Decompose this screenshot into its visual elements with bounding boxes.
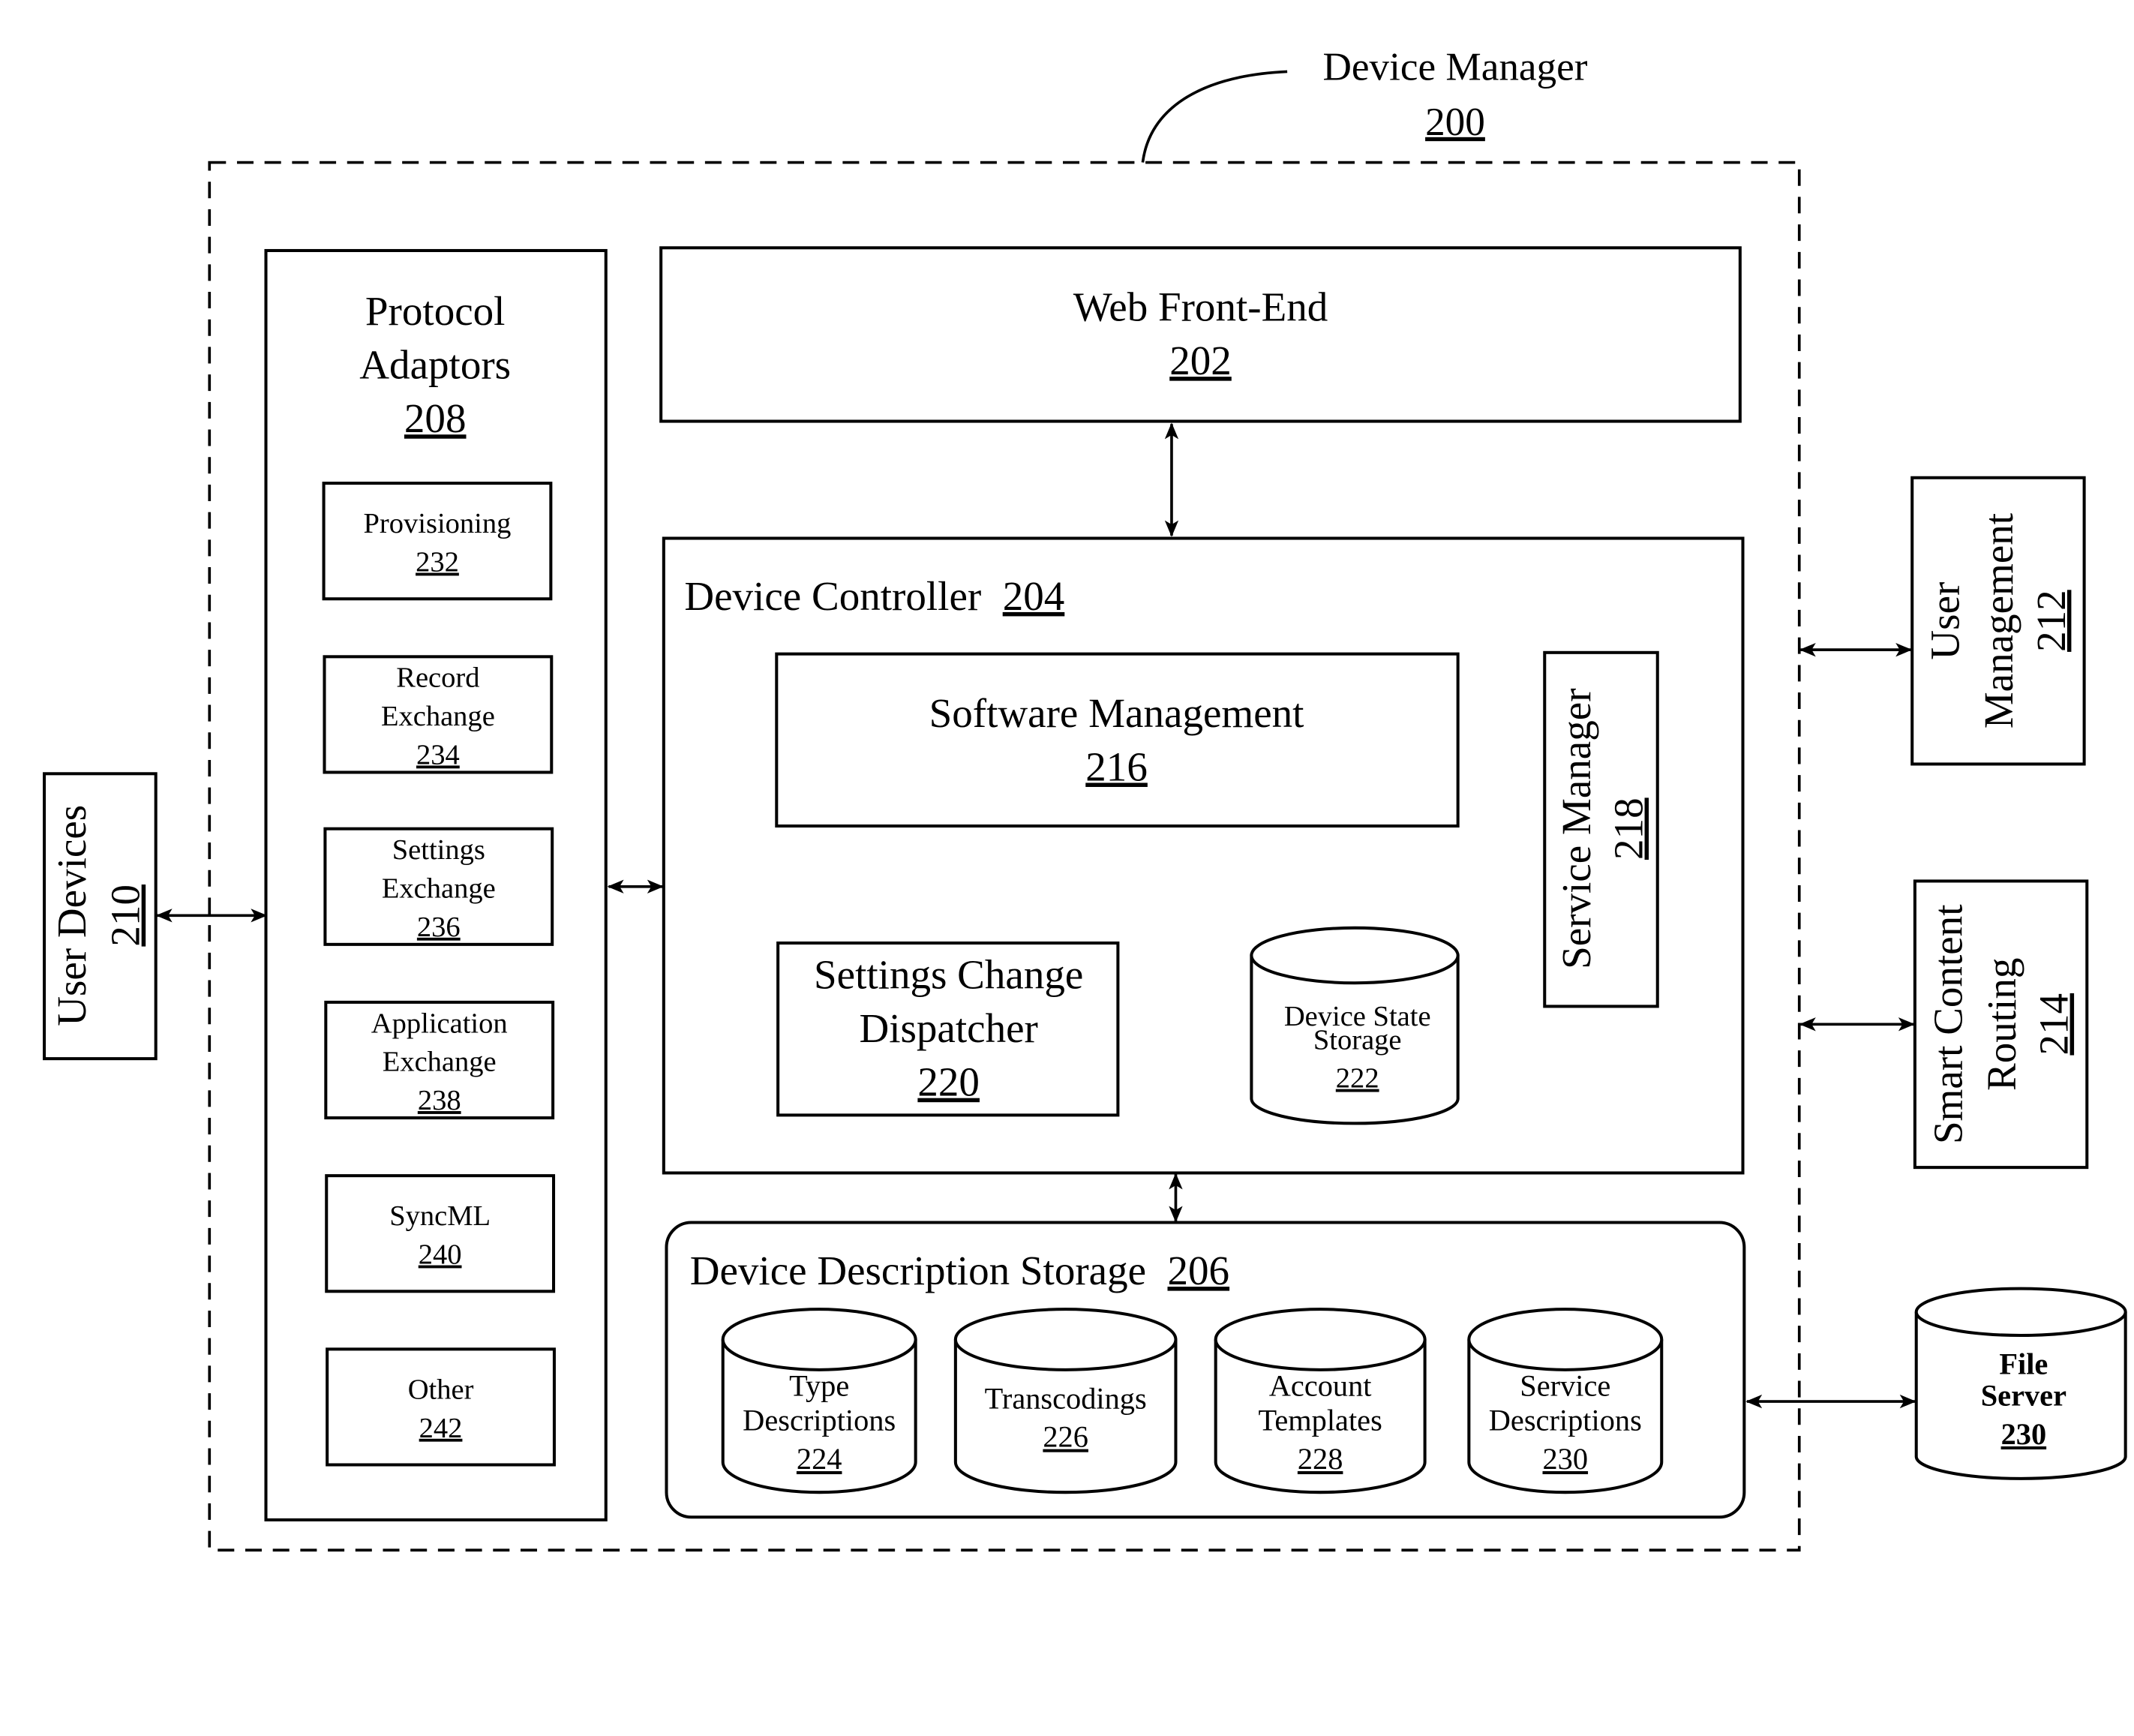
storage-cylinder: TypeDescriptions 224 — [721, 1308, 917, 1494]
adaptor-label: Exchange — [382, 873, 496, 904]
file-server-line-1: File — [1999, 1347, 2048, 1380]
adaptor-label: Provisioning — [364, 508, 512, 539]
device-description-storage-ref: 206 — [1168, 1248, 1230, 1293]
storage-cylinder: Transcodings 226 — [953, 1308, 1178, 1494]
device-state-storage-ref: 222 — [1336, 1063, 1379, 1095]
user-management-line-2: Management — [1976, 513, 2021, 728]
web-front-end-ref: 202 — [1169, 338, 1232, 383]
storage-label: Transcodings — [985, 1381, 1147, 1415]
adaptor-label: SyncML — [389, 1200, 491, 1232]
file-server-line-2: Server — [1981, 1379, 2066, 1413]
adaptor-box: Application Exchange 238 — [324, 1000, 555, 1120]
device-manager-diagram: Device Manager 200 Protocol Adaptors 208… — [43, 44, 2127, 1552]
storage-label: Type — [789, 1369, 849, 1403]
protocol-adaptors-ref: 208 — [404, 395, 467, 441]
adaptor-ref: 234 — [416, 739, 460, 770]
user-devices-label: User Devices — [49, 805, 95, 1026]
adaptor-box: SyncML 240 — [325, 1174, 556, 1293]
adaptor-box: Provisioning 232 — [322, 482, 553, 601]
file-server-ref: 230 — [2001, 1417, 2047, 1451]
user-devices-ref: 210 — [103, 885, 149, 947]
adaptor-label: Exchange — [383, 1047, 497, 1078]
software-management-ref: 216 — [1085, 743, 1148, 789]
storage-cylinder: ServiceDescriptions 230 — [1467, 1308, 1664, 1494]
storage-label: Descriptions — [1489, 1404, 1642, 1437]
storage-ref: 224 — [797, 1442, 842, 1476]
settings-change-dispatcher-line-1: Settings Change — [814, 952, 1083, 998]
settings-change-dispatcher-ref: 220 — [917, 1059, 980, 1105]
storage-label: Templates — [1259, 1404, 1382, 1437]
smart-content-routing-ref: 214 — [2031, 993, 2077, 1056]
web-front-end-label: Web Front-End — [1073, 284, 1328, 330]
adaptor-label: Other — [408, 1374, 474, 1405]
adaptor-ref: 232 — [416, 547, 459, 578]
device-manager-ref: 200 — [1425, 100, 1485, 144]
device-description-storage-label: Device Description Storage 206 — [690, 1248, 1229, 1293]
protocol-adaptors-line-1: Protocol — [365, 288, 506, 334]
adaptor-box: Settings Exchange 236 — [323, 827, 554, 946]
device-manager-title: Device Manager — [1322, 44, 1587, 89]
service-manager-label: Service Manager — [1553, 688, 1599, 969]
storage-ref: 226 — [1043, 1420, 1088, 1454]
protocol-adaptors-line-2: Adaptors — [359, 342, 511, 388]
storage-label: Account — [1269, 1369, 1372, 1403]
device-controller-ref: 204 — [1003, 573, 1065, 619]
user-management-line-1: User — [1922, 582, 1968, 660]
device-state-storage: Device State Storage 222 — [1250, 926, 1460, 1125]
storage-cylinder: AccountTemplates 228 — [1214, 1308, 1427, 1494]
adaptor-ref: 236 — [417, 912, 461, 943]
adaptor-ref: 238 — [418, 1085, 461, 1116]
smart-content-routing: Smart Content Routing 214 — [1913, 879, 2089, 1170]
smart-content-routing-line-2: Routing — [1979, 958, 2024, 1091]
device-controller-label: Device Controller 204 — [684, 573, 1064, 619]
smart-content-routing-line-1: Smart Content — [1925, 904, 1970, 1144]
settings-change-dispatcher: Settings Change Dispatcher 220 — [776, 941, 1120, 1117]
adaptor-ref: 240 — [419, 1239, 462, 1271]
user-devices: User Devices 210 — [43, 772, 158, 1061]
device-manager-leader-line — [1141, 70, 1288, 163]
file-server: File Server 230 — [1914, 1287, 2127, 1480]
device-state-storage-line-2: Storage — [1313, 1024, 1402, 1056]
software-management-label: Software Management — [929, 690, 1304, 736]
service-manager-ref: 218 — [1606, 797, 1652, 860]
device-controller-name: Device Controller — [684, 573, 981, 619]
adaptor-box: Other 242 — [326, 1347, 556, 1467]
adaptor-ref: 242 — [419, 1413, 463, 1444]
service-manager: Service Manager 218 — [1543, 650, 1659, 1008]
storage-ref: 228 — [1298, 1442, 1343, 1476]
device-description-storage-name: Device Description Storage — [690, 1248, 1146, 1293]
software-management: Software Management 216 — [775, 652, 1460, 828]
storage-ref: 230 — [1543, 1442, 1589, 1476]
adaptor-label: Exchange — [381, 701, 495, 732]
web-front-end: Web Front-End 202 — [659, 246, 1742, 423]
user-management-ref: 212 — [2028, 590, 2074, 652]
adaptor-label: Application — [371, 1008, 508, 1039]
adaptor-box: Record Exchange 234 — [323, 655, 554, 774]
user-management: User Management 212 — [1910, 476, 2086, 766]
adaptor-label: Settings — [392, 834, 485, 866]
storage-label: Descriptions — [743, 1404, 896, 1437]
storage-label: Service — [1520, 1369, 1610, 1403]
adaptor-label: Record — [396, 662, 479, 694]
settings-change-dispatcher-line-2: Dispatcher — [859, 1005, 1037, 1051]
